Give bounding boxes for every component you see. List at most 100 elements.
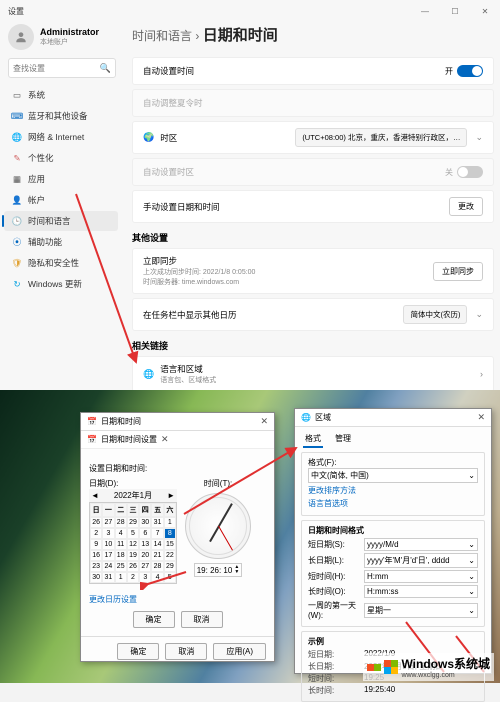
sidebar-item-personalization[interactable]: ✎个性化 [4, 148, 118, 168]
calendar-day[interactable]: 5 [164, 572, 176, 583]
cancel-button[interactable]: 取消 [165, 643, 207, 660]
calendar-day[interactable]: 13 [139, 539, 151, 550]
next-month-icon[interactable]: ► [167, 491, 175, 500]
calendar-day[interactable]: 30 [139, 517, 151, 528]
calendar-day[interactable]: 27 [102, 517, 114, 528]
long-date-combo[interactable]: yyyy'年'M'月'd'日', dddd⌄ [364, 553, 478, 568]
calendar-day[interactable]: 6 [139, 528, 151, 539]
sidebar-item-apps[interactable]: ▦应用 [4, 169, 118, 189]
calendar-day[interactable]: 5 [127, 528, 139, 539]
time-value[interactable]: 19: 26: 10 [197, 566, 233, 575]
minimize-button[interactable]: — [410, 0, 440, 22]
setting-tray-calendar[interactable]: 在任务栏中显示其他日历 简体中文(农历) ⌄ [132, 298, 494, 331]
spin-down-icon[interactable]: ▼ [234, 570, 239, 575]
dialog-titlebar[interactable]: 🌐 区域 ✕ [295, 409, 491, 427]
calendar-day[interactable]: 26 [90, 517, 102, 528]
calendar-day[interactable]: 10 [102, 539, 114, 550]
tab-format[interactable]: 格式 [303, 431, 323, 448]
calendar-day[interactable]: 3 [102, 528, 114, 539]
apply-button[interactable]: 应用(A) [213, 643, 266, 660]
field-label: 短时间(H): [308, 571, 364, 582]
lang-pref-link[interactable]: 语言首选项 [308, 498, 478, 509]
calendar-day[interactable]: 21 [151, 550, 163, 561]
sync-now-button[interactable]: 立即同步 [433, 262, 483, 281]
user-block[interactable]: Administrator 本地账户 [8, 24, 99, 50]
calendar-day[interactable]: 19 [127, 550, 139, 561]
cancel-button[interactable]: 取消 [181, 611, 223, 628]
calendar-day[interactable]: 22 [164, 550, 176, 561]
calendar-day[interactable]: 25 [115, 561, 127, 572]
calendar-day[interactable]: 18 [115, 550, 127, 561]
close-icon[interactable]: ✕ [260, 416, 268, 427]
calendar-day[interactable]: 8 [164, 528, 176, 539]
sidebar-item-system[interactable]: ▭系统 [4, 85, 118, 105]
calendar-day[interactable]: 28 [151, 561, 163, 572]
calendar-day[interactable]: 2 [90, 528, 102, 539]
related-label: 语言和区域 [160, 363, 472, 375]
inner-dialog-titlebar[interactable]: 📅 日期和时间设置 ✕ [81, 431, 274, 449]
calendar-day[interactable]: 27 [139, 561, 151, 572]
toggle-auto-time[interactable] [457, 65, 483, 77]
close-icon[interactable]: ✕ [477, 412, 485, 423]
calendar-day[interactable]: 23 [90, 561, 102, 572]
calendar-day[interactable]: 11 [115, 539, 127, 550]
calendar-day[interactable]: 7 [151, 528, 163, 539]
calendar-day[interactable]: 16 [90, 550, 102, 561]
calendar-day[interactable]: 3 [139, 572, 151, 583]
calendar-grid[interactable]: 日一二三四五六262728293031123456789101112131415… [89, 502, 177, 584]
short-date-combo[interactable]: yyyy/M/d⌄ [364, 538, 478, 551]
calendar[interactable]: ◄ 2022年1月 ► 日一二三四五六262728293031123456789… [89, 489, 177, 584]
timezone-value[interactable]: (UTC+08:00) 北京，重庆，香港特别行政区，… [295, 128, 467, 147]
maximize-button[interactable]: ☐ [440, 0, 470, 22]
setting-timezone[interactable]: 🌍 时区 (UTC+08:00) 北京，重庆，香港特别行政区，… ⌄ [132, 121, 494, 154]
sidebar-item-accessibility[interactable]: ⦿辅助功能 [4, 232, 118, 252]
calendar-day[interactable]: 14 [151, 539, 163, 550]
prev-month-icon[interactable]: ◄ [91, 491, 99, 500]
search-input[interactable] [13, 64, 99, 73]
related-language-region[interactable]: 🌐 语言和区域 语言包、区域格式 › [132, 356, 494, 392]
ok-button[interactable]: 确定 [117, 643, 159, 660]
sidebar-item-windows-update[interactable]: ↻Windows 更新 [4, 274, 118, 294]
format-combo[interactable]: 中文(简体, 中国)⌄ [308, 468, 478, 483]
calendar-day[interactable]: 31 [151, 517, 163, 528]
setting-auto-time[interactable]: 自动设置时间 开 [132, 57, 494, 85]
change-calendar-link[interactable]: 更改日历设置 [89, 594, 137, 605]
dialog-titlebar[interactable]: 📅 日期和时间 ✕ [81, 413, 274, 431]
search-box[interactable]: 🔍 [8, 58, 116, 78]
change-button[interactable]: 更改 [449, 197, 483, 216]
calendar-day[interactable]: 30 [90, 572, 102, 583]
ok-button[interactable]: 确定 [133, 611, 175, 628]
calendar-day[interactable]: 29 [164, 561, 176, 572]
sidebar-item-time-language[interactable]: 🕒时间和语言 [4, 211, 118, 231]
calendar-day[interactable]: 4 [151, 572, 163, 583]
calendar-day[interactable]: 28 [115, 517, 127, 528]
calendar-day[interactable]: 29 [127, 517, 139, 528]
calendar-day[interactable]: 4 [115, 528, 127, 539]
sidebar-item-privacy[interactable]: 🛡隐私和安全性 [4, 253, 118, 273]
calendar-day[interactable]: 2 [127, 572, 139, 583]
calendar-day[interactable]: 17 [102, 550, 114, 561]
short-time-combo[interactable]: H:mm⌄ [364, 570, 478, 583]
tray-cal-value[interactable]: 简体中文(农历) [403, 305, 467, 324]
minute-hand [218, 503, 232, 526]
calendar-day[interactable]: 9 [90, 539, 102, 550]
close-icon[interactable]: ✕ [161, 434, 169, 445]
time-spinner[interactable]: 19: 26: 10 ▲▼ [194, 563, 243, 577]
sidebar-item-accounts[interactable]: 👤帐户 [4, 190, 118, 210]
breadcrumb-parent[interactable]: 时间和语言 [132, 29, 192, 43]
calendar-day[interactable]: 26 [127, 561, 139, 572]
first-day-combo[interactable]: 星期一⌄ [364, 603, 478, 618]
calendar-day[interactable]: 31 [102, 572, 114, 583]
calendar-day[interactable]: 20 [139, 550, 151, 561]
long-time-combo[interactable]: H:mm:ss⌄ [364, 585, 478, 598]
calendar-day[interactable]: 1 [164, 517, 176, 528]
sidebar-item-network[interactable]: 🌐网络 & Internet [4, 127, 118, 147]
sort-method-link[interactable]: 更改排序方法 [308, 485, 478, 496]
sidebar-item-bluetooth[interactable]: ⌨蓝牙和其他设备 [4, 106, 118, 126]
close-button[interactable]: ✕ [470, 0, 500, 22]
calendar-day[interactable]: 24 [102, 561, 114, 572]
calendar-day[interactable]: 12 [127, 539, 139, 550]
tab-admin[interactable]: 管理 [333, 431, 353, 448]
calendar-day[interactable]: 1 [115, 572, 127, 583]
calendar-day[interactable]: 15 [164, 539, 176, 550]
